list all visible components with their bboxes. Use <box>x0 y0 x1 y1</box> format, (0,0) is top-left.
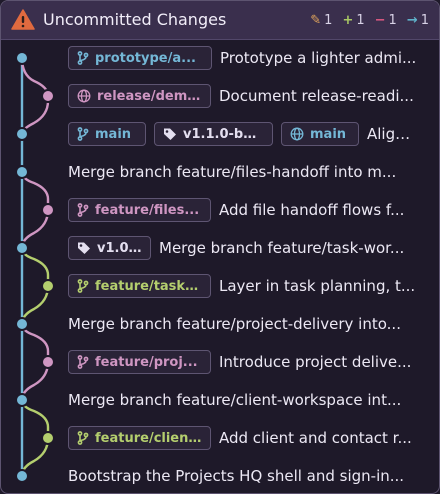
commit-row[interactable]: feature/task-... Layer in task planning,… <box>1 267 439 305</box>
added-count: + 1 <box>342 12 365 28</box>
pencil-icon: ✎ <box>310 12 322 28</box>
commit-row[interactable]: v1.0.0 Merge branch feature/task-wor... <box>1 229 439 267</box>
modified-count: ✎ 1 <box>310 12 333 28</box>
branch-ref[interactable]: prototype/a... <box>68 46 212 70</box>
commit-message: Prototype a lighter admi... <box>220 49 417 67</box>
branch-icon <box>77 203 89 217</box>
arrow-right-icon: → <box>406 12 418 28</box>
branch-icon <box>77 51 89 65</box>
commit-message: Merge branch feature/task-wor... <box>159 239 405 257</box>
uncommitted-title: Uncommitted Changes <box>43 10 227 29</box>
branch-ref[interactable]: feature/proj... <box>68 350 211 374</box>
renamed-count: → 1 <box>406 12 429 28</box>
commit-message: Add file handoff flows f... <box>219 201 405 219</box>
branch-icon <box>77 127 89 141</box>
tag-ref[interactable]: v1.0.0 <box>68 236 151 260</box>
commit-row[interactable]: Merge branch feature/project-delivery in… <box>1 305 439 343</box>
commit-row[interactable]: feature/files... Add file handoff flows … <box>1 191 439 229</box>
branch-ref[interactable]: feature/task-... <box>68 274 211 298</box>
commit-graph-panel: Uncommitted Changes ✎ 1 + 1 − 1 → 1 prot… <box>0 0 440 494</box>
commit-row[interactable]: Bootstrap the Projects HQ shell and sign… <box>1 457 439 493</box>
branch-icon <box>77 431 89 445</box>
minus-icon: − <box>374 12 386 28</box>
commit-message: Bootstrap the Projects HQ shell and sign… <box>68 467 405 485</box>
globe-icon <box>290 127 304 141</box>
plus-icon: + <box>342 12 354 28</box>
remote-ref[interactable]: release/dem... <box>68 84 211 108</box>
commit-message: Merge branch feature/files-handoff into … <box>68 163 397 181</box>
commit-message: Document release-readi... <box>219 87 414 105</box>
tag-icon <box>78 242 90 254</box>
commit-message: Merge branch feature/project-delivery in… <box>68 315 401 333</box>
tag-ref[interactable]: v1.1.0-beta <box>154 122 273 146</box>
warning-icon <box>11 9 35 30</box>
commit-message: Add client and contact r... <box>219 429 412 447</box>
commit-row[interactable]: Merge branch feature/client-workspace in… <box>1 381 439 419</box>
deleted-count: − 1 <box>374 12 397 28</box>
branch-icon <box>77 279 89 293</box>
commit-message: Layer in task planning, t... <box>219 277 416 295</box>
branch-ref[interactable]: feature/clien... <box>68 426 211 450</box>
remote-ref[interactable]: main <box>281 122 359 146</box>
commit-row[interactable]: feature/proj... Introduce project delive… <box>1 343 439 381</box>
commit-message: Merge branch feature/client-workspace in… <box>68 391 402 409</box>
commit-row[interactable]: feature/clien... Add client and contact … <box>1 419 439 457</box>
commit-row[interactable]: release/dem... Document release-readi... <box>1 77 439 115</box>
branch-ref[interactable]: feature/files... <box>68 198 211 222</box>
commit-message: Introduce project delive... <box>219 353 412 371</box>
branch-ref[interactable]: main <box>68 122 146 146</box>
uncommitted-changes-row[interactable]: Uncommitted Changes ✎ 1 + 1 − 1 → 1 <box>1 1 439 40</box>
commit-row[interactable]: main v1.1.0-beta main Align... <box>1 115 439 153</box>
tag-icon <box>164 128 176 140</box>
commit-message: Align... <box>367 125 417 143</box>
change-stats: ✎ 1 + 1 − 1 → 1 <box>310 1 429 39</box>
commit-row[interactable]: Merge branch feature/files-handoff into … <box>1 153 439 191</box>
commit-row[interactable]: prototype/a... Prototype a lighter admi.… <box>1 39 439 77</box>
branch-icon <box>77 355 89 369</box>
globe-icon <box>77 89 91 103</box>
